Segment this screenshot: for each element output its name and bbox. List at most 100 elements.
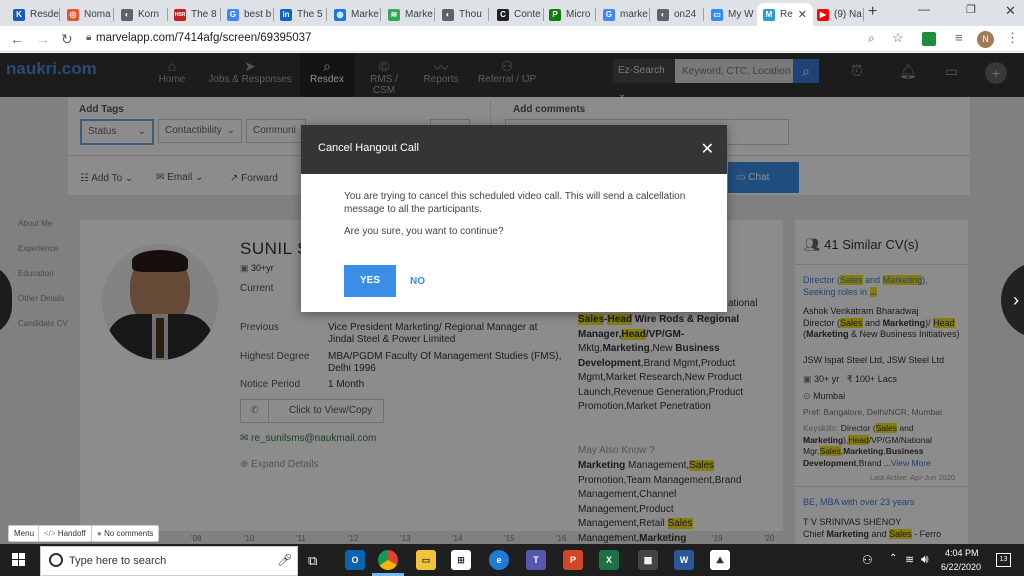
yes-button[interactable]: YES [344,265,396,297]
tray-chevron-icon[interactable]: ⌃ [889,553,897,564]
store-icon[interactable]: ⊞ [451,550,471,570]
task-view-icon[interactable]: ⧉ [308,553,317,569]
url-text: marvelapp.com/7414afg/screen/69395037 [96,32,312,44]
calculator-icon[interactable]: ▦ [638,550,658,570]
powerpoint-icon[interactable]: P [563,550,583,570]
tab-separator [59,8,60,21]
address-bar[interactable]: 🔒︎ marvelapp.com/7414afg/screen/69395037… [86,29,916,49]
tab-favicon-icon: ◐ [121,8,133,21]
windows-start-icon[interactable] [12,553,26,567]
clock-date[interactable]: 6/22/2020 [941,562,981,572]
marvel-menu-button[interactable]: Menu [8,525,41,542]
browser-tab[interactable]: ◐ Thou [436,3,489,26]
browser-tab[interactable]: Gmarke [597,3,650,26]
browser-tab[interactable]: C Conte [491,3,544,26]
forward-arrow-icon[interactable]: → [36,31,50,47]
zoom-icon[interactable]: ⌕ [868,31,875,46]
browser-tab[interactable]: ▭ My W [705,3,758,26]
taskbar-search-placeholder: Type here to search [69,555,167,567]
clock-time[interactable]: 4:04 PM [945,548,979,558]
wifi-icon[interactable]: ≋ [905,553,914,566]
volume-icon[interactable]: 🔊︎ [921,552,929,567]
reading-list-icon[interactable]: ≡ [955,30,963,45]
tab-label: The 8 [191,9,217,20]
browser-tab[interactable]: ◐ on24 [651,3,704,26]
tab-separator [113,8,114,21]
browser-tab[interactable]: HBR The 8 [168,3,221,26]
browser-tab[interactable]: P Micro [543,3,596,26]
window-close-button[interactable]: ✕ [1005,3,1016,19]
tab-favicon-icon: ◐ [442,8,454,21]
browser-menu-icon[interactable]: ⋮ [1006,30,1019,46]
marvel-comments-button[interactable]: ● No comments [91,525,160,542]
browser-tab[interactable]: M Re ✕ [757,3,813,26]
browser-tab[interactable]: ◐ Korn [115,3,168,26]
browser-tab[interactable]: ◍ Marke [328,3,381,26]
chrome-icon[interactable] [378,550,398,570]
photos-icon[interactable]: ⛰ [710,550,730,570]
notification-center[interactable]: 13 [996,553,1011,567]
dialog-message: You are trying to cancel this scheduled … [344,191,686,215]
tab-favicon-icon: M [763,8,775,21]
tab-label: Resdex [30,9,60,20]
browser-tab[interactable]: ◎ Noma [61,3,114,26]
code-icon: </> [44,529,56,538]
tab-label: Korn [138,9,160,20]
browser-tab[interactable]: Gbest b [221,3,274,26]
search-circle-icon [49,553,63,567]
edge-icon[interactable]: e [489,550,509,570]
browser-tab[interactable]: in The 5 [274,3,327,26]
tab-separator [595,8,596,21]
tab-favicon-icon: HBR [174,8,186,21]
tab-favicon-icon: ◍ [334,8,346,21]
tab-separator [488,8,489,21]
outlook-icon[interactable]: O [345,550,365,570]
dialog-title: Cancel Hangout Call [318,142,419,154]
tab-label: Re [780,9,793,20]
tab-label: Micro [566,9,591,20]
tab-favicon-icon: G [227,8,239,21]
dialog-question: Are you sure, you want to continue? [344,226,504,237]
minimize-button[interactable]: — [918,2,930,16]
tab-label: (9) Na [834,9,862,20]
restore-button[interactable]: ❐ [966,3,976,16]
no-button[interactable]: NO [410,276,425,287]
back-arrow-icon[interactable]: ← [10,31,24,47]
taskbar-search-box[interactable]: Type here to search 🎤︎ [40,546,298,576]
new-tab-button[interactable]: + [868,3,877,21]
tab-label: best b [244,9,272,20]
reload-icon[interactable]: ↻ [61,31,73,48]
browser-tab[interactable]: ≋ Marke [382,3,435,26]
microphone-icon[interactable]: 🎤︎ [277,553,292,567]
tab-favicon-icon: ▭ [711,8,723,21]
tab-close-icon[interactable]: ✕ [798,8,807,21]
tab-separator [703,8,704,21]
tab-label: My W [728,9,754,20]
file-explorer-icon[interactable]: ▭ [416,550,436,570]
tab-separator [434,8,435,21]
profile-avatar[interactable]: N [977,31,994,48]
handoff-label: Handoff [57,529,86,538]
excel-icon[interactable]: X [599,550,619,570]
comments-label: No comments [104,529,154,538]
word-icon[interactable]: W [674,550,694,570]
dialog-header: Cancel Hangout Call ✕ [301,125,727,174]
browser-tab[interactable]: ▶ (9) Na [811,3,864,26]
close-icon[interactable]: ✕ [701,139,714,159]
bookmark-star-icon[interactable]: ☆ [892,30,904,46]
extension-icon[interactable] [922,32,936,46]
tab-label: Thou [459,9,482,20]
people-icon[interactable]: ⚇ [862,553,873,567]
lock-icon: 🔒︎ [86,32,92,43]
tab-label: Noma [84,9,111,20]
tab-favicon-icon: C [497,8,509,21]
browser-tab[interactable]: K Resdex [7,3,60,26]
tab-label: The 5 [297,9,323,20]
tab-label: Marke [351,9,379,20]
tab-favicon-icon: ▶ [817,8,829,21]
comment-icon: ● [97,529,102,538]
teams-icon[interactable]: T [526,550,546,570]
marvel-handoff-button[interactable]: </> Handoff [38,525,92,542]
tab-separator [649,8,650,21]
tab-label: Marke [405,9,433,20]
